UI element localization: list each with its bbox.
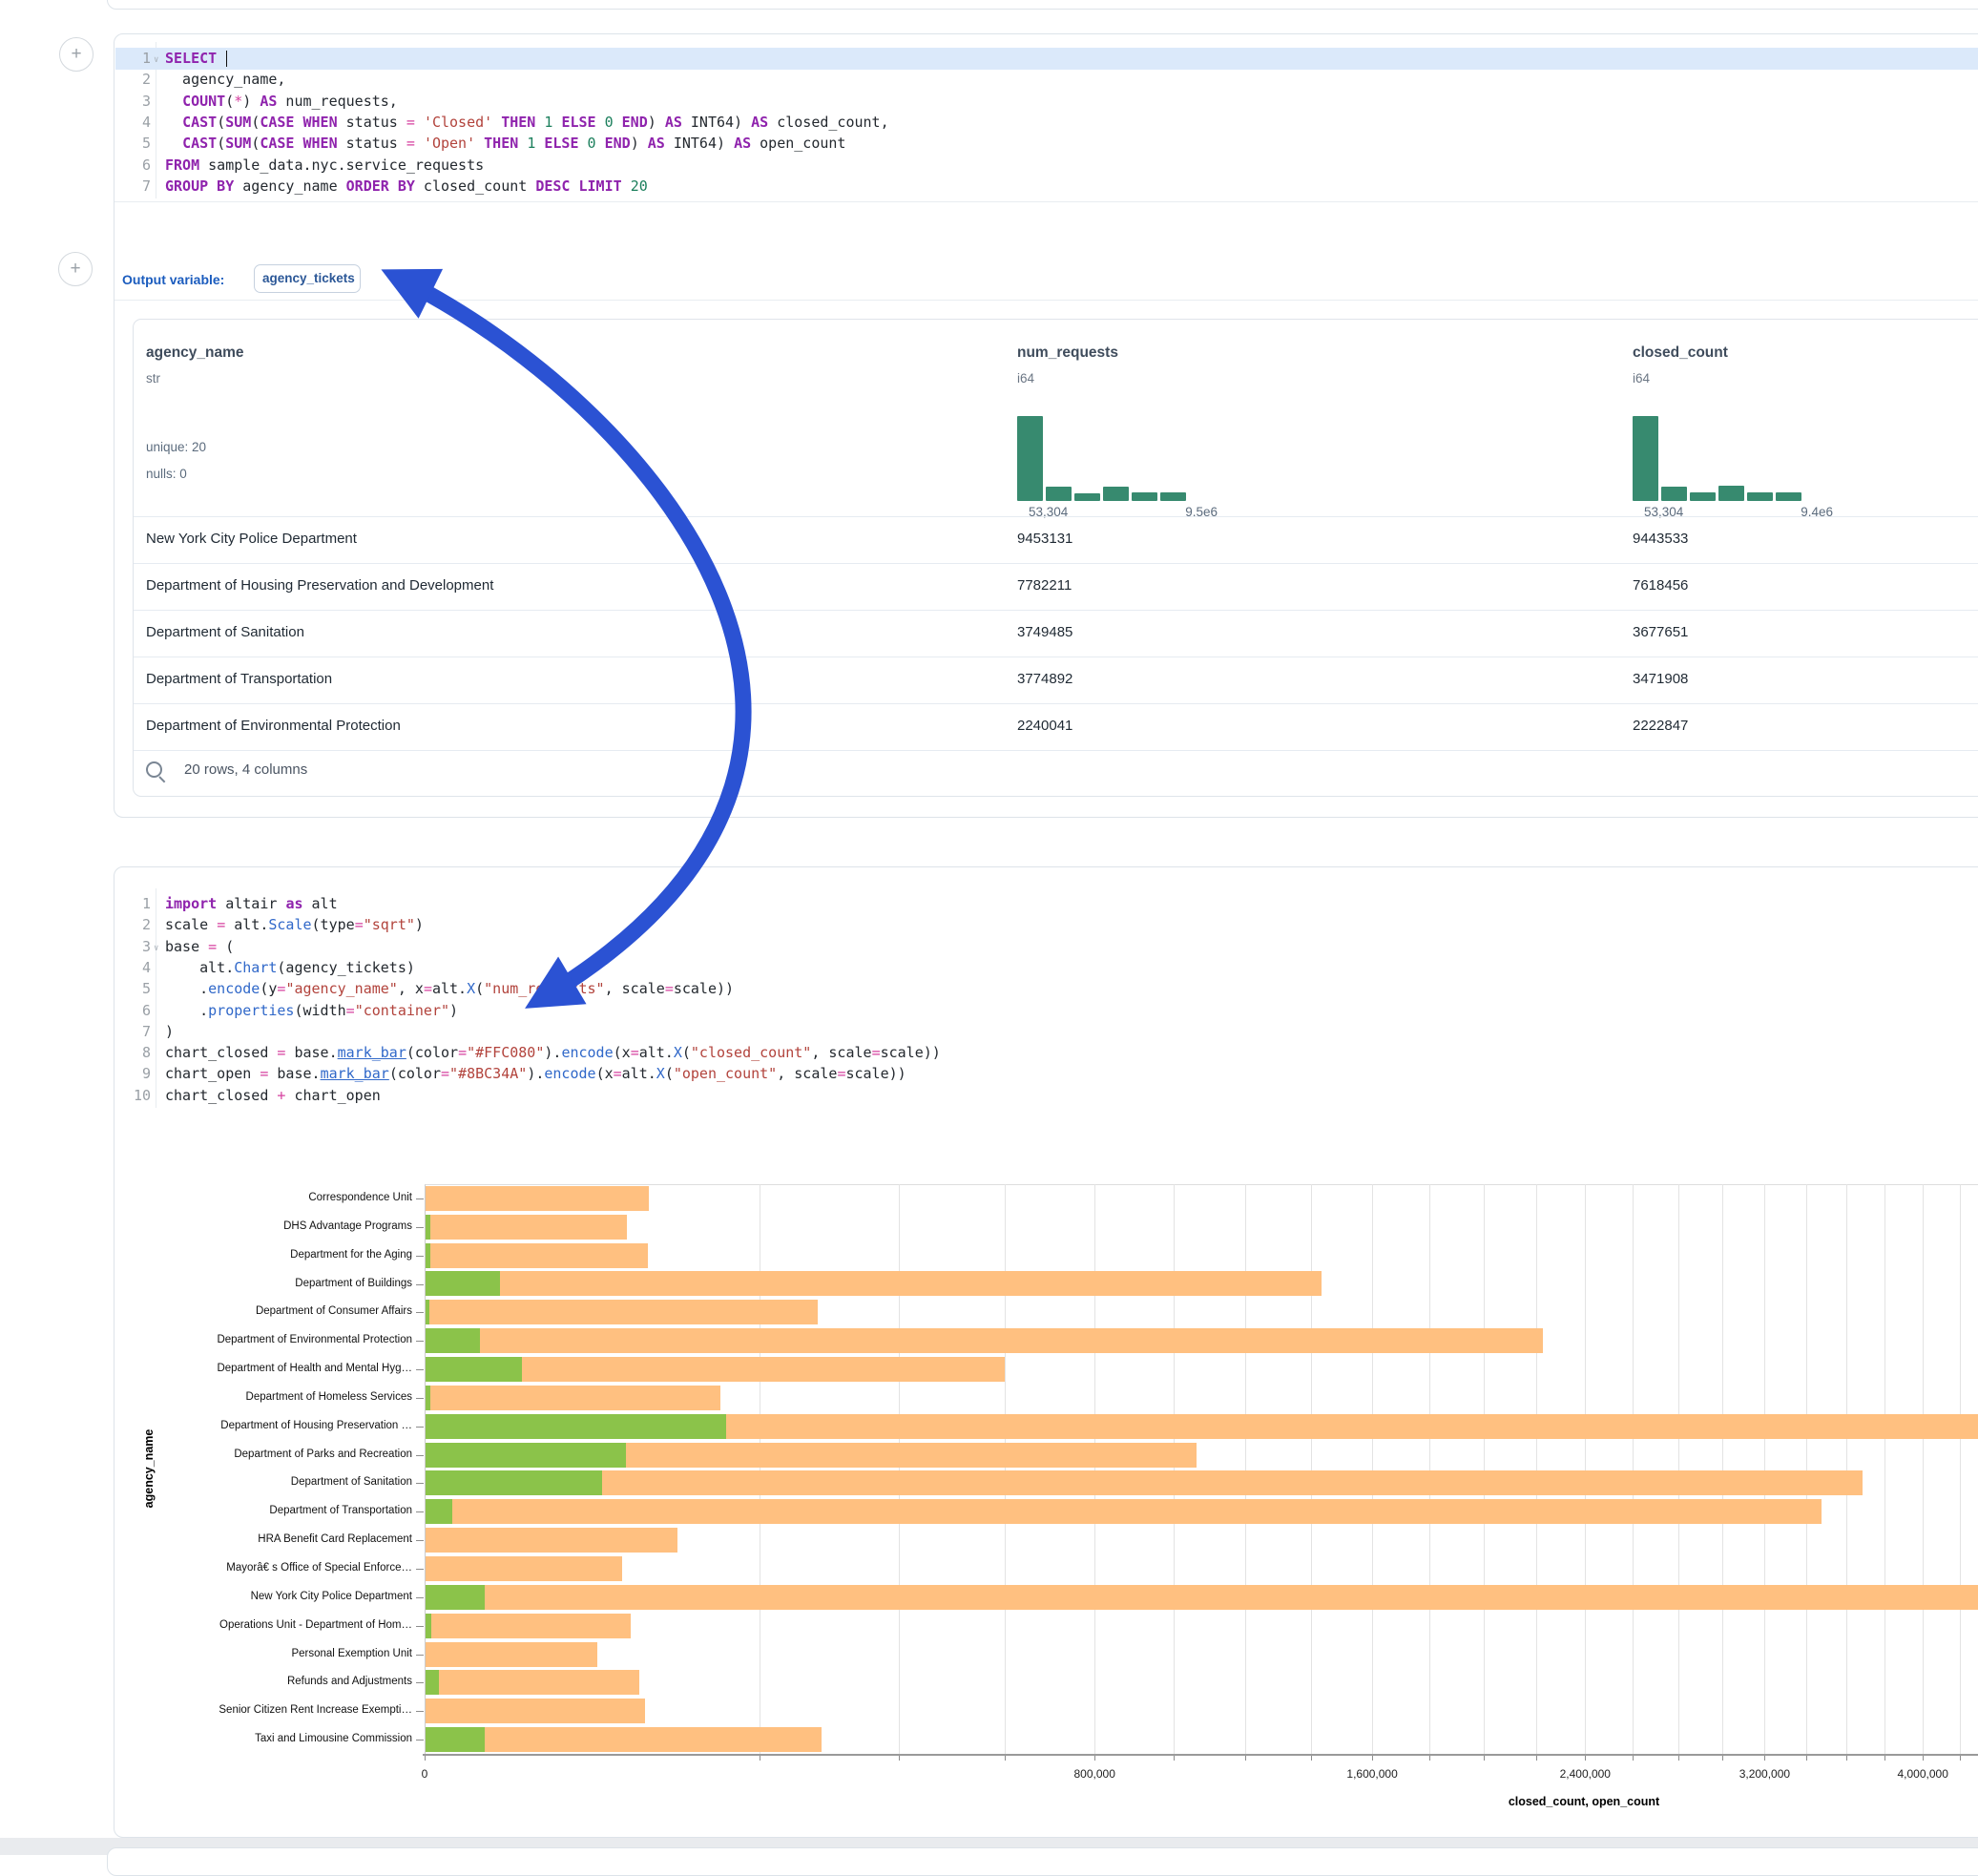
table-row-count: 20 rows, 4 columns <box>184 761 307 778</box>
code-line: GROUP BY agency_name ORDER BY closed_cou… <box>165 177 648 195</box>
add-cell-button[interactable]: + <box>58 252 93 286</box>
histogram-bar <box>1074 493 1100 501</box>
output-row-divider <box>115 300 1978 301</box>
code-line: alt.Chart(agency_tickets) <box>165 959 415 976</box>
table-cell: New York City Police Department <box>146 531 357 547</box>
next-cell-edge <box>107 1847 1978 1876</box>
fold-chevron-icon[interactable]: ∨ <box>154 55 158 65</box>
code-line: import altair as alt <box>165 895 338 912</box>
line-number: 1 <box>115 50 151 67</box>
line-number: 10 <box>115 1087 151 1104</box>
fold-chevron-icon[interactable]: ∨ <box>154 944 158 953</box>
line-number: 2 <box>115 916 151 933</box>
code-line: base = ( <box>165 938 234 955</box>
table-cell: 2240041 <box>1017 718 1072 734</box>
column-histogram <box>1017 416 1187 501</box>
table-row[interactable]: Department of Transportation 3774892 34719… <box>134 657 1978 704</box>
histogram-bar <box>1718 486 1744 501</box>
column-type: i64 <box>1633 371 1650 386</box>
table-cell: 7782211 <box>1017 577 1072 594</box>
table-cell: Department of Environmental Protection <box>146 718 401 734</box>
editor-output-divider <box>115 201 1978 202</box>
line-number: 9 <box>115 1065 151 1082</box>
code-line: CAST(SUM(CASE WHEN status = 'Closed' THE… <box>165 114 889 131</box>
code-line: SELECT <box>165 50 227 67</box>
table-cell: 2222847 <box>1633 718 1688 734</box>
add-cell-button[interactable]: + <box>59 37 94 72</box>
table-cell: 3677651 <box>1633 624 1688 640</box>
table-footer: 20 rows, 4 columns <box>134 750 1978 797</box>
table-cell: 3774892 <box>1017 671 1072 687</box>
selected-line-highlight <box>115 48 1978 70</box>
dataframe-preview: agency_namestr unique: 20 nulls: 0 num_requ… <box>133 319 1978 797</box>
line-number: 7 <box>115 1023 151 1040</box>
table-cell: 9453131 <box>1017 531 1072 547</box>
histogram-bar <box>1103 487 1129 501</box>
output-variable-pill[interactable]: agency_tickets <box>254 264 361 293</box>
table-cell: Department of Housing Preservation and D… <box>146 577 493 594</box>
histogram-bar <box>1661 487 1687 501</box>
python-cell: 1 import altair as alt 2 scale = alt.Scale(… <box>114 866 1978 1838</box>
search-icon[interactable] <box>146 761 162 778</box>
histogram-bar <box>1633 416 1658 501</box>
line-number: 6 <box>115 1002 151 1019</box>
table-row[interactable]: Department of Sanitation 3749485 3677651 <box>134 610 1978 657</box>
code-line: .encode(y="agency_name", x=alt.X("num_re… <box>165 980 734 997</box>
line-number: 7 <box>115 177 151 195</box>
code-line: chart_closed = base.mark_bar(color="#FFC… <box>165 1044 941 1061</box>
histogram-bar <box>1747 492 1773 501</box>
column-histogram <box>1633 416 1802 501</box>
histogram-bar <box>1017 416 1043 501</box>
table-row[interactable]: Department of Environmental Protection 22… <box>134 703 1978 751</box>
line-number: 4 <box>115 959 151 976</box>
column-type: str <box>146 371 160 386</box>
column-stat: nulls: 0 <box>146 467 187 481</box>
column-stat: unique: 20 <box>146 440 206 454</box>
table-cell: 9443533 <box>1633 531 1688 547</box>
histogram-bar <box>1160 492 1186 501</box>
line-number: 8 <box>115 1044 151 1061</box>
column-name: agency_name <box>146 344 244 362</box>
line-number: 5 <box>115 980 151 997</box>
line-number: 1 <box>115 895 151 912</box>
code-line: ) <box>165 1023 174 1040</box>
code-line: scale = alt.Scale(type="sqrt") <box>165 916 424 933</box>
code-line: FROM sample_data.nyc.service_requests <box>165 156 484 174</box>
table-row[interactable]: New York City Police Department 9453131 94… <box>134 516 1978 564</box>
column-name: closed_count <box>1633 344 1728 362</box>
column-type: i64 <box>1017 371 1034 386</box>
code-line: .properties(width="container") <box>165 1002 458 1019</box>
code-line: CAST(SUM(CASE WHEN status = 'Open' THEN … <box>165 135 845 152</box>
line-number: 4 <box>115 114 151 131</box>
line-number: 6 <box>115 156 151 174</box>
previous-cell-edge <box>107 0 1978 10</box>
histogram-bar <box>1690 492 1716 501</box>
code-line: COUNT(*) AS num_requests, <box>165 93 398 110</box>
text-caret <box>226 51 227 67</box>
code-line: agency_name, <box>165 71 285 88</box>
line-number: 5 <box>115 135 151 152</box>
table-cell: 3749485 <box>1017 624 1072 640</box>
column-name: num_requests <box>1017 344 1118 362</box>
table-cell: 3471908 <box>1633 671 1688 687</box>
table-cell: 7618456 <box>1633 577 1688 594</box>
code-line: chart_open = base.mark_bar(color="#8BC34… <box>165 1065 906 1082</box>
output-variable-label: Output variable: <box>122 272 224 287</box>
line-number: 3 <box>115 93 151 110</box>
table-cell: Department of Transportation <box>146 671 332 687</box>
histogram-bar <box>1776 492 1801 501</box>
table-row[interactable]: Department of Housing Preservation and D… <box>134 563 1978 611</box>
table-cell: Department of Sanitation <box>146 624 304 640</box>
line-number: 3 <box>115 938 151 955</box>
line-number: 2 <box>115 71 151 88</box>
histogram-bar <box>1046 487 1072 501</box>
histogram-bar <box>1132 492 1157 501</box>
code-line: chart_closed + chart_open <box>165 1087 381 1104</box>
